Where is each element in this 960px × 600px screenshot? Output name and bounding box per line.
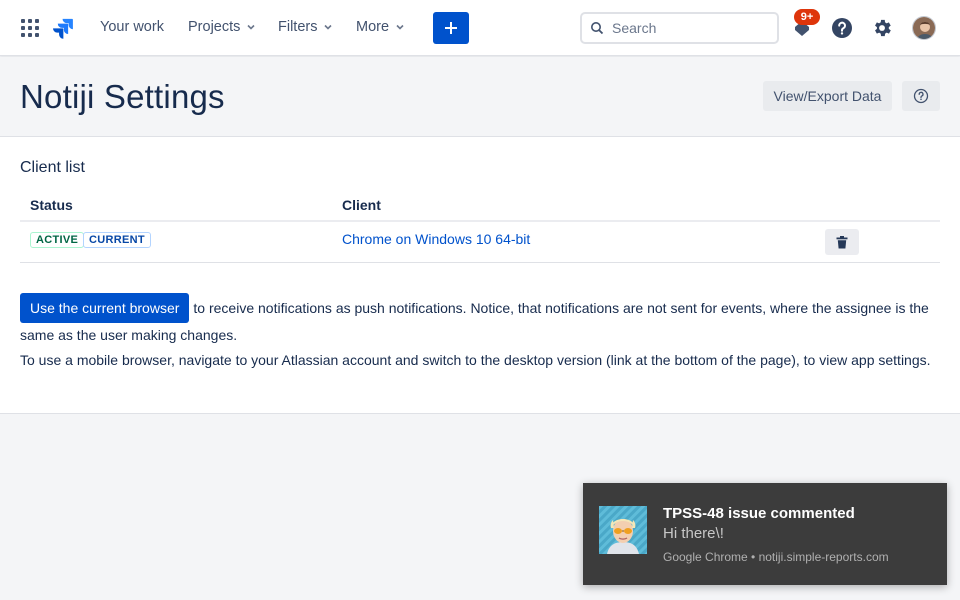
nav-projects[interactable]: Projects [188,19,256,35]
gear-icon [875,19,891,37]
client-table: Status Client ACTIVE CURRENT Chrome on W… [20,189,940,263]
cartoon-avatar-icon [599,506,647,554]
chevron-down-icon [324,24,333,30]
notification-title: TPSS-48 issue commented [663,505,855,522]
nav-projects-label: Projects [188,19,241,35]
notifications-badge: 9+ [794,9,820,25]
user-photo-icon [913,17,935,39]
table-row: ACTIVE CURRENT Chrome on Windows 10 64-b… [20,222,940,263]
notification-avatar [599,506,647,554]
column-header-client: Client [342,197,381,213]
status-badge-active: ACTIVE [30,232,85,248]
search-icon [591,22,604,35]
nav-filters-label: Filters [278,19,318,35]
column-header-status: Status [30,197,73,213]
plus-icon [445,22,457,34]
nav-your-work-label: Your work [100,19,164,35]
help-button[interactable] [830,16,854,40]
settings-content: Client list Status Client ACTIVE CURRENT… [0,137,960,414]
chevron-down-icon [396,24,404,30]
mobile-browser-info: To use a mobile browser, navigate to you… [20,352,931,368]
desktop-notification-toast[interactable]: TPSS-48 issue commented Hi there\! Googl… [583,483,947,585]
help-icon [832,18,852,38]
notification-source: Google Chrome • notiji.simple-reports.co… [663,550,889,564]
chevron-down-icon [247,24,255,30]
use-current-browser-button[interactable]: Use the current browser [20,293,190,323]
view-export-data-button[interactable]: View/Export Data [763,81,892,111]
page-title: Notiji Settings [20,78,225,115]
notification-body: Hi there\! [663,525,724,542]
create-button[interactable] [433,12,469,44]
nav-your-work[interactable]: Your work [100,19,164,35]
nav-more-label: More [356,19,390,35]
settings-button[interactable] [870,16,894,40]
user-avatar[interactable] [912,16,936,40]
search-input[interactable] [612,20,762,36]
question-circle-icon [913,88,929,104]
app-switcher-icon[interactable] [21,19,39,37]
trash-icon [836,235,848,248]
client-link[interactable]: Chrome on Windows 10 64-bit [342,231,530,247]
status-badge-current: CURRENT [83,232,151,248]
search-field[interactable] [580,12,779,44]
page-header: Notiji Settings View/Export Data [0,57,960,137]
delete-client-button[interactable] [825,229,859,255]
nav-filters[interactable]: Filters [278,19,333,35]
table-header: Status Client [20,189,940,222]
jira-logo-icon[interactable] [52,17,74,39]
push-notification-info: Use the current browser to receive notifi… [20,293,940,347]
top-navigation: Your work Projects Filters More 9+ [0,0,960,56]
nav-more[interactable]: More [356,19,405,35]
page-help-button[interactable] [902,81,940,111]
client-list-title: Client list [20,159,85,176]
